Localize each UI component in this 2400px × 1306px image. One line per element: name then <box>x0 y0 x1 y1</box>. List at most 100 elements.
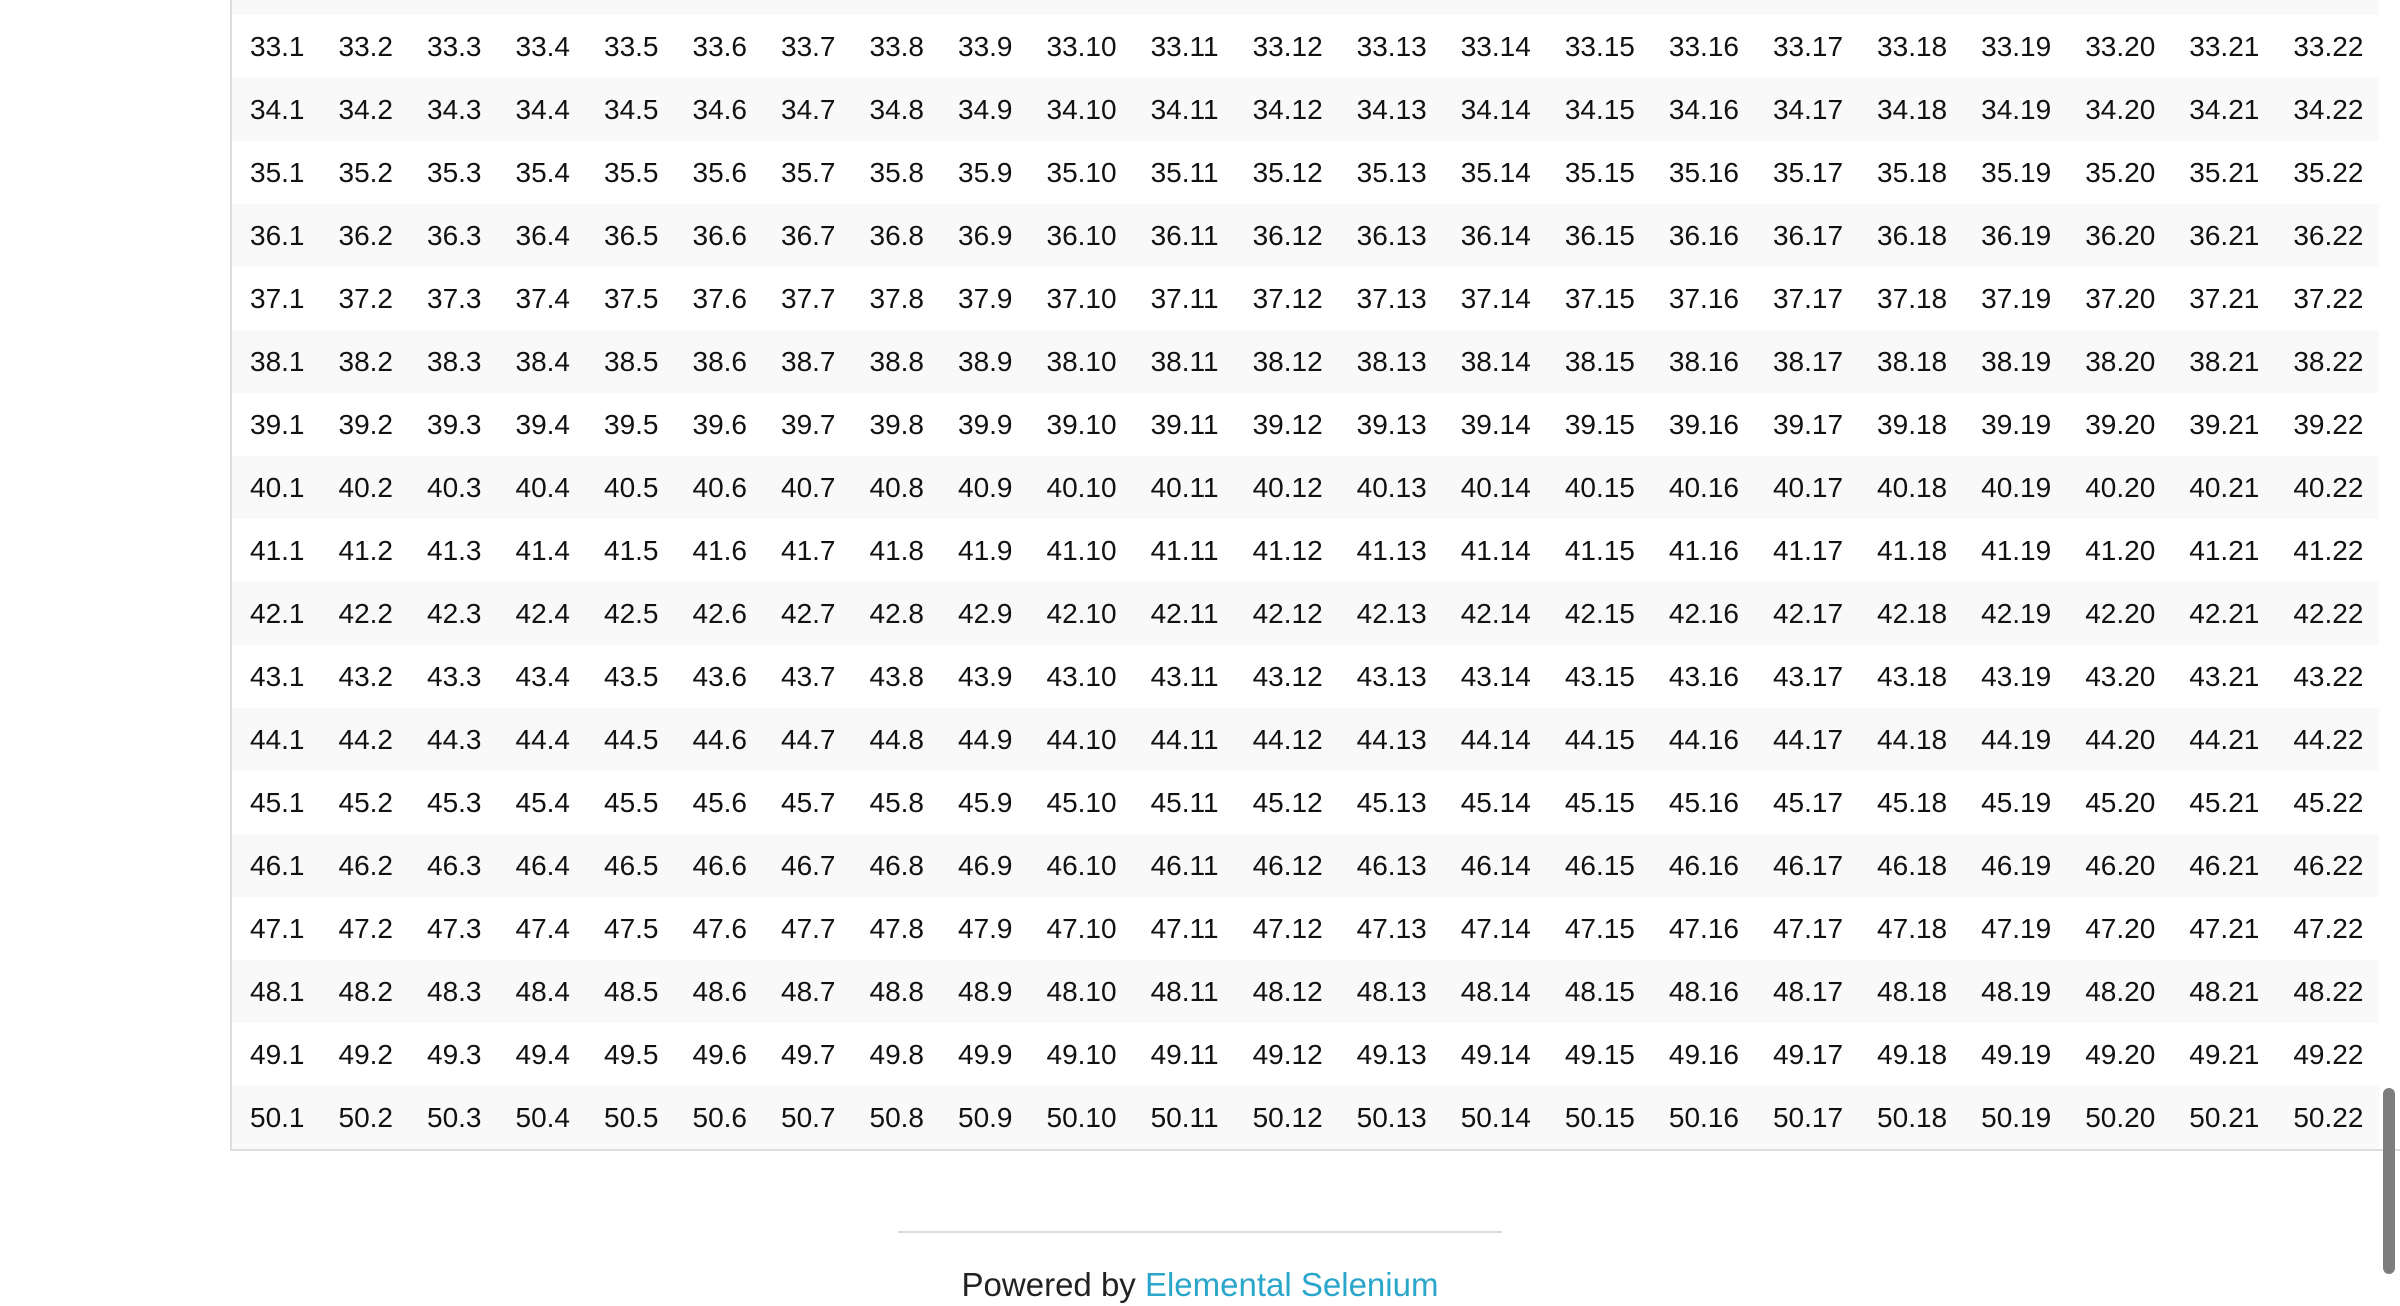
table-cell: 50.21 <box>2171 1086 2276 1149</box>
table-cell: 39.14 <box>1442 393 1547 456</box>
table-cell: 43.16 <box>1650 645 1755 708</box>
table-cell: 39.2 <box>320 393 409 456</box>
table-cell: 35.20 <box>2067 141 2172 204</box>
table-cell: 37.18 <box>1859 267 1964 330</box>
table-cell: 34.14 <box>1442 78 1547 141</box>
table-cell: 50.5 <box>586 1086 675 1149</box>
table-cell: 38.6 <box>674 330 763 393</box>
table-cell: 45.22 <box>2275 771 2380 834</box>
table-cell: 38.19 <box>1963 330 2068 393</box>
table-cell: 48.12 <box>1234 960 1339 1023</box>
table-cell: 47.16 <box>1650 897 1755 960</box>
table-cell: 48.7 <box>763 960 852 1023</box>
table-cell: 48.13 <box>1338 960 1443 1023</box>
table-cell: 50.16 <box>1650 1086 1755 1149</box>
table-cell: 46.3 <box>409 834 498 897</box>
table-cell: 40.18 <box>1859 456 1964 519</box>
table-cell: 36.12 <box>1234 204 1339 267</box>
table-cell: 36.10 <box>1028 204 1133 267</box>
table-cell: 34.18 <box>1859 78 1964 141</box>
footer-divider <box>898 1231 1502 1233</box>
table-row: 42.1 42.2 42.3 42.4 42.5 42.6 42.7 42.8 42.9 42.1… <box>232 582 2380 645</box>
table-cell: 49.22 <box>2275 1023 2380 1086</box>
table-cell: 40.8 <box>851 456 940 519</box>
table-cell: 35.16 <box>1650 141 1755 204</box>
table-row: 48.1 48.2 48.3 48.4 48.5 48.6 48.7 48.8 48.9 48.1… <box>232 960 2380 1023</box>
table-cell: 37.1 <box>232 267 321 330</box>
table-cell: 32.14 <box>1442 0 1547 15</box>
table-cell: 47.3 <box>409 897 498 960</box>
table-cell: 43.22 <box>2275 645 2380 708</box>
table-cell: 48.6 <box>674 960 763 1023</box>
table-cell: 43.14 <box>1442 645 1547 708</box>
table-cell: 48.3 <box>409 960 498 1023</box>
table-cell: 42.17 <box>1754 582 1860 645</box>
table-cell: 41.21 <box>2171 519 2276 582</box>
table-cell: 33.3 <box>409 15 498 78</box>
table-cell: 44.18 <box>1859 708 1964 771</box>
table-cell: 48.19 <box>1963 960 2068 1023</box>
table-cell: 33.11 <box>1132 15 1235 78</box>
table-cell: 41.19 <box>1963 519 2068 582</box>
table-cell: 35.12 <box>1234 141 1339 204</box>
large-table-container: 32.132.232.332.432.532.632.732.832.932.1… <box>230 0 2400 1151</box>
table-cell: 36.6 <box>674 204 763 267</box>
table-cell: 36.1 <box>232 204 321 267</box>
table-cell: 41.14 <box>1442 519 1547 582</box>
table-row: 39.1 39.2 39.3 39.4 39.5 39.6 39.7 39.8 39.9 39.1… <box>232 393 2380 456</box>
footer-prefix: Powered by <box>961 1266 1145 1303</box>
table-cell: 32.11 <box>1132 0 1235 15</box>
table-cell: 41.13 <box>1338 519 1443 582</box>
table-row: 34.1 34.2 34.3 34.4 34.5 34.6 34.7 34.8 34.9 34.1… <box>232 78 2380 141</box>
table-cell: 43.4 <box>497 645 586 708</box>
table-cell: 45.21 <box>2171 771 2276 834</box>
table-cell: 50.1 <box>232 1086 321 1149</box>
table-cell: 33.18 <box>1859 15 1964 78</box>
table-cell: 41.10 <box>1028 519 1133 582</box>
table-cell: 46.22 <box>2275 834 2380 897</box>
table-cell: 44.20 <box>2067 708 2172 771</box>
table-cell: 35.1 <box>232 141 321 204</box>
table-cell: 32.3 <box>409 0 498 15</box>
table-cell: 36.5 <box>586 204 675 267</box>
table-row: 41.1 41.2 41.3 41.4 41.5 41.6 41.7 41.8 41.9 41.1… <box>232 519 2380 582</box>
elemental-selenium-link[interactable]: Elemental Selenium <box>1145 1266 1439 1303</box>
table-cell: 41.11 <box>1132 519 1235 582</box>
table-cell: 37.21 <box>2171 267 2276 330</box>
table-cell: 35.21 <box>2171 141 2276 204</box>
table-cell: 47.18 <box>1859 897 1964 960</box>
table-cell: 41.4 <box>497 519 586 582</box>
table-cell: 39.15 <box>1546 393 1651 456</box>
table-cell: 42.2 <box>320 582 409 645</box>
table-cell: 34.9 <box>940 78 1029 141</box>
vertical-scrollbar[interactable] <box>2378 0 2400 1306</box>
table-cell: 36.21 <box>2171 204 2276 267</box>
table-cell: 35.7 <box>763 141 852 204</box>
table-cell: 48.18 <box>1859 960 1964 1023</box>
table-cell: 37.9 <box>940 267 1029 330</box>
table-cell: 32.20 <box>2067 0 2172 15</box>
table-row: 32.132.232.332.432.532.632.732.832.932.1… <box>232 0 2380 15</box>
table-cell: 38.1 <box>232 330 321 393</box>
table-cell: 32.13 <box>1338 0 1443 15</box>
table-cell: 49.5 <box>586 1023 675 1086</box>
table-cell: 39.8 <box>851 393 940 456</box>
table-cell: 38.8 <box>851 330 940 393</box>
table-cell: 46.7 <box>763 834 852 897</box>
table-cell: 49.9 <box>940 1023 1029 1086</box>
table-row: 43.1 43.2 43.3 43.4 43.5 43.6 43.7 43.8 43.9 43.1… <box>232 645 2380 708</box>
scrollbar-thumb[interactable] <box>2383 1088 2395 1274</box>
table-cell: 32.9 <box>940 0 1029 15</box>
table-cell: 34.6 <box>674 78 763 141</box>
table-cell: 34.1 <box>232 78 321 141</box>
table-cell: 46.11 <box>1132 834 1235 897</box>
table-cell: 39.21 <box>2171 393 2276 456</box>
table-cell: 40.5 <box>586 456 675 519</box>
table-cell: 33.4 <box>497 15 586 78</box>
table-cell: 38.3 <box>409 330 498 393</box>
table-cell: 37.4 <box>497 267 586 330</box>
table-cell: 43.10 <box>1028 645 1133 708</box>
table-cell: 39.5 <box>586 393 675 456</box>
table-cell: 47.4 <box>497 897 586 960</box>
table-cell: 35.19 <box>1963 141 2068 204</box>
